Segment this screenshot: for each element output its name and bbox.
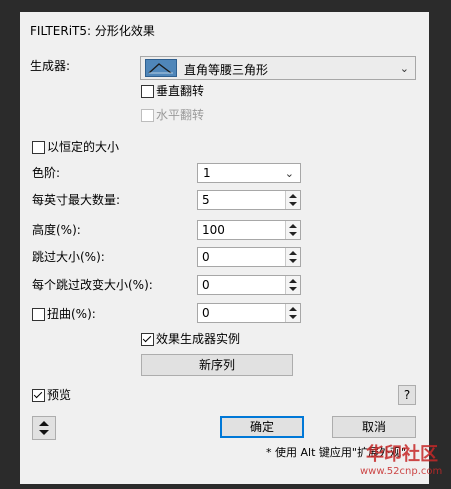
skip-change-label: 每个跳过改变大小(%):: [32, 278, 153, 292]
height-input[interactable]: 100: [197, 220, 301, 240]
stepper-arrows[interactable]: [285, 304, 300, 322]
twist-label: 扭曲(%):: [47, 307, 96, 321]
expand-collapse-button[interactable]: [32, 416, 56, 440]
arrow-up-icon[interactable]: [289, 251, 297, 255]
horizontal-flip-label: 水平翻转: [156, 108, 205, 122]
generator-dropdown[interactable]: 直角等腰三角形 ⌄: [140, 56, 416, 80]
twist-checkbox[interactable]: [32, 308, 45, 321]
chevron-down-icon: ⌄: [284, 167, 294, 180]
watermark: 华印社区 www.52cnp.com: [356, 438, 448, 488]
constant-size-checkbox[interactable]: [32, 141, 45, 154]
new-sequence-button[interactable]: 新序列: [141, 354, 293, 376]
cancel-button[interactable]: 取消: [332, 416, 416, 438]
ok-button[interactable]: 确定: [220, 416, 304, 438]
stepper-arrows[interactable]: [285, 248, 300, 266]
height-value: 100: [202, 223, 225, 237]
stepper-arrows[interactable]: [285, 191, 300, 209]
arrow-down-icon[interactable]: [289, 315, 297, 319]
levels-label: 色阶:: [32, 166, 61, 180]
skip-size-input[interactable]: 0: [197, 247, 301, 267]
help-button[interactable]: ?: [398, 385, 416, 405]
generator-value: 直角等腰三角形: [184, 63, 269, 77]
watermark-title: 华印社区: [366, 444, 438, 465]
per-inch-max-input[interactable]: 5: [197, 190, 301, 210]
twist-input[interactable]: 0: [197, 303, 301, 323]
arrow-up-icon[interactable]: [289, 194, 297, 198]
arrow-down-icon[interactable]: [289, 202, 297, 206]
skip-change-input[interactable]: 0: [197, 275, 301, 295]
height-label: 高度(%):: [32, 223, 81, 237]
arrow-up-icon[interactable]: [289, 224, 297, 228]
arrow-down-icon[interactable]: [289, 287, 297, 291]
effect-instance-checkbox[interactable]: [141, 333, 154, 346]
constant-size-label: 以恒定的大小: [47, 140, 120, 154]
stepper-arrows[interactable]: [285, 221, 300, 239]
window-title: FILTERiT5: 分形化效果: [30, 24, 155, 38]
chevron-down-icon: ⌄: [399, 62, 409, 75]
watermark-url: www.52cnp.com: [360, 466, 443, 477]
preview-label: 预览: [47, 388, 72, 402]
effect-instance-label: 效果生成器实例: [156, 332, 241, 346]
arrow-down-icon[interactable]: [289, 232, 297, 236]
horizontal-flip-checkbox[interactable]: [141, 109, 154, 122]
levels-value: 1: [203, 166, 211, 180]
per-inch-max-label: 每英寸最大数量:: [32, 193, 121, 207]
skip-change-value: 0: [202, 278, 210, 292]
twist-value: 0: [202, 306, 210, 320]
arrow-down-icon[interactable]: [289, 259, 297, 263]
preview-checkbox[interactable]: [32, 389, 45, 402]
arrow-up-icon[interactable]: [289, 279, 297, 283]
dialog: FILTERiT5: 分形化效果 生成器: 直角等腰三角形 ⌄ 垂直翻转 水平翻…: [20, 12, 429, 484]
stepper-arrows[interactable]: [285, 276, 300, 294]
arrow-up-icon[interactable]: [289, 307, 297, 311]
up-down-arrows-icon: [39, 421, 49, 435]
per-inch-max-value: 5: [202, 193, 210, 207]
triangle-preview-icon: [145, 59, 177, 77]
skip-size-label: 跳过大小(%):: [32, 250, 105, 264]
vertical-flip-label: 垂直翻转: [156, 84, 205, 98]
title-bar[interactable]: FILTERiT5: 分形化效果: [20, 12, 429, 46]
vertical-flip-checkbox[interactable]: [141, 85, 154, 98]
levels-dropdown[interactable]: 1 ⌄: [197, 163, 301, 183]
generator-label: 生成器:: [30, 59, 71, 73]
skip-size-value: 0: [202, 250, 210, 264]
